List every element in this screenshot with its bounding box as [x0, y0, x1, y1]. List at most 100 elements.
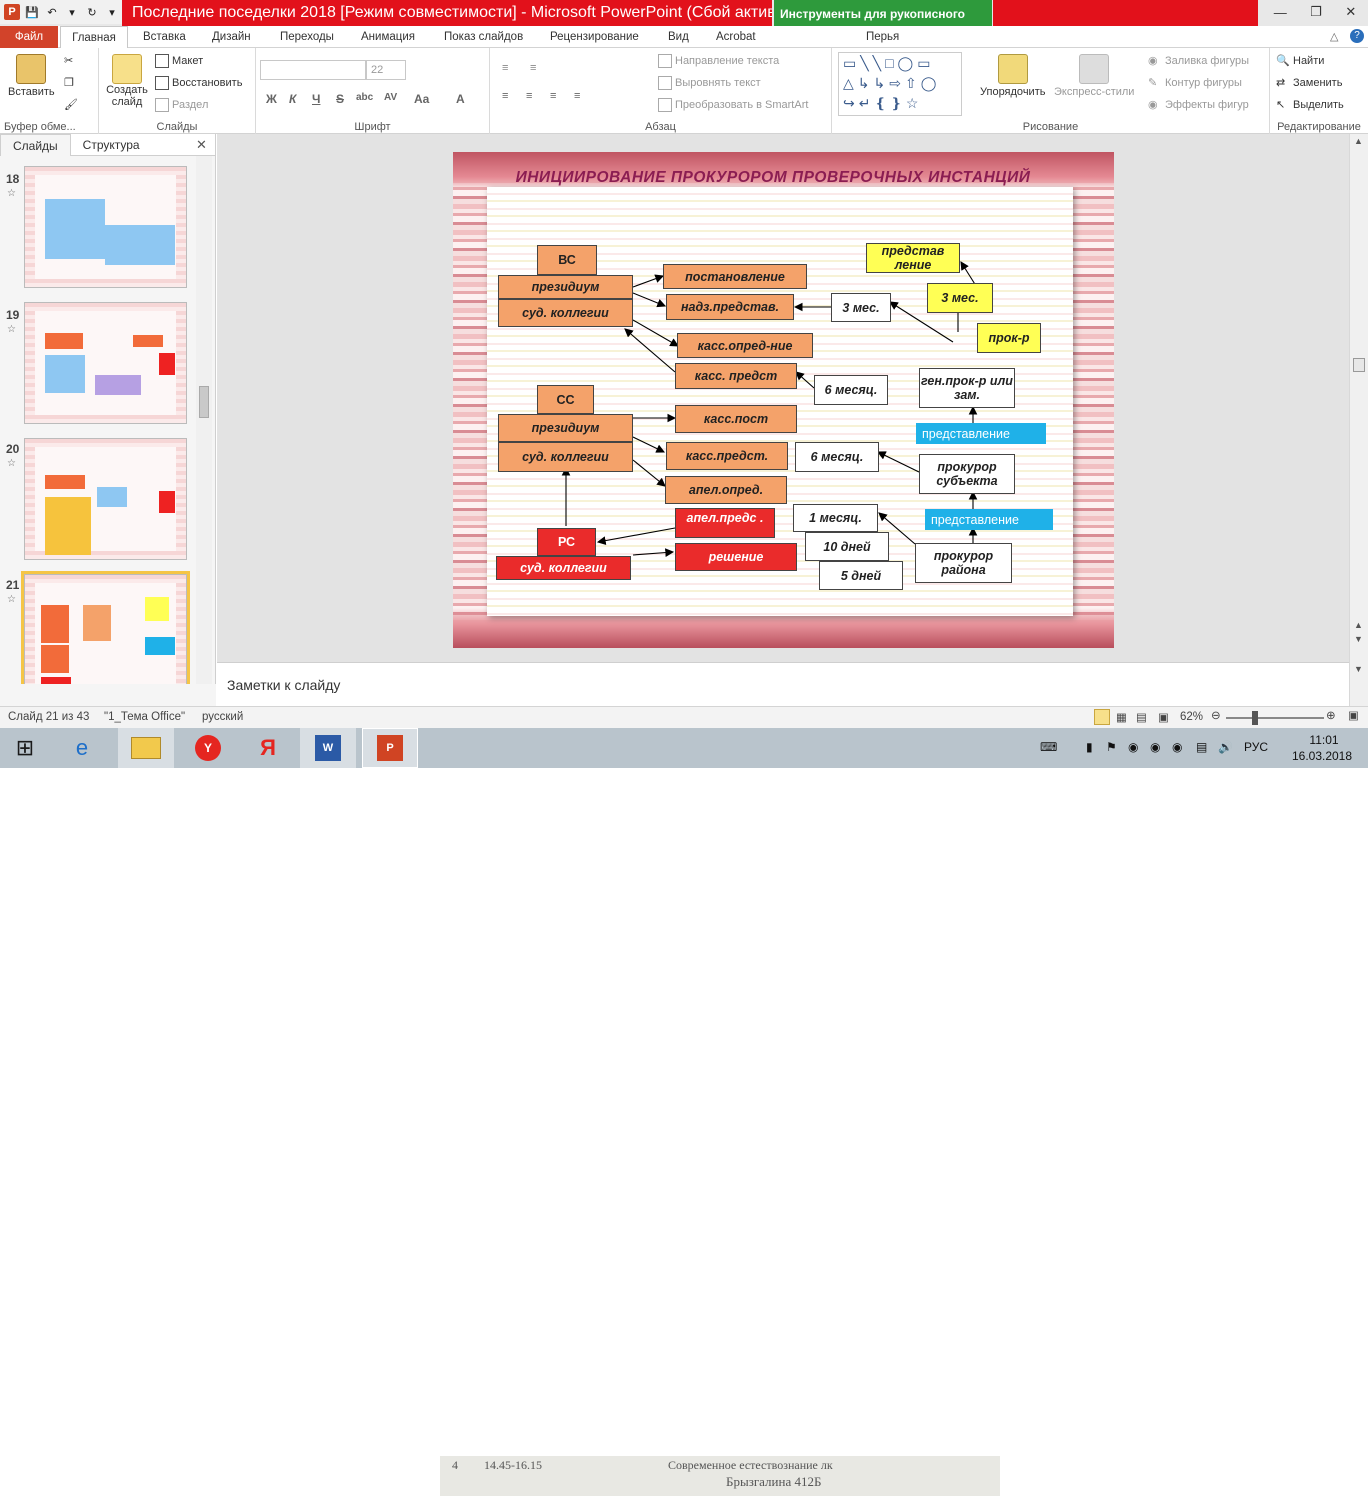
- box-5-dney[interactable]: 5 дней: [819, 561, 903, 590]
- shape-effects-button[interactable]: ◉ Эффекты фигур: [1148, 98, 1249, 112]
- vertical-scrollbar[interactable]: ▲ ▼ ▲ ▼: [1349, 134, 1368, 706]
- taskbar-word[interactable]: W: [300, 728, 356, 768]
- tab-file[interactable]: Файл: [0, 26, 58, 48]
- zoom-in-icon[interactable]: ⊕: [1326, 708, 1336, 722]
- box-kass-predst[interactable]: касс. предст: [675, 363, 797, 389]
- clock-date[interactable]: 16.03.2018: [1284, 749, 1360, 763]
- section-button[interactable]: Раздел: [155, 98, 208, 112]
- taskbar-yandex[interactable]: Я: [240, 728, 296, 768]
- paste-button[interactable]: Вставить: [8, 54, 55, 98]
- bullets-icon[interactable]: ≡: [502, 62, 508, 74]
- restore-icon[interactable]: ❐: [1310, 4, 1322, 20]
- thumbnail-scrollbar[interactable]: [196, 156, 212, 706]
- close-icon[interactable]: ✕: [1345, 4, 1356, 20]
- box-ss-presidium[interactable]: президиум: [498, 414, 633, 442]
- box-vs[interactable]: ВС: [537, 245, 597, 275]
- customize-qat-icon[interactable]: ▾: [104, 4, 120, 20]
- italic-button[interactable]: К: [289, 92, 296, 106]
- taskbar-explorer[interactable]: [118, 728, 174, 768]
- box-kass-opred[interactable]: касс.опред-ние: [677, 333, 813, 358]
- prev-slide-icon[interactable]: ▲: [1354, 620, 1363, 630]
- scroll-down-icon[interactable]: ▼: [1354, 664, 1363, 674]
- box-reshenie[interactable]: решение: [675, 543, 797, 571]
- new-slide-button[interactable]: Создать слайд: [105, 54, 149, 108]
- box-kass-predst-2[interactable]: касс.предст.: [666, 442, 788, 470]
- tab-outline-panel[interactable]: Структура: [71, 134, 152, 156]
- shapes-gallery[interactable]: ▭╲╲□◯▭ △↳↳⇨⇧◯ ↪↵❴❵☆: [838, 52, 962, 116]
- box-3-mes[interactable]: 3 мес.: [831, 293, 891, 322]
- minimize-ribbon-icon[interactable]: △: [1330, 30, 1338, 43]
- font-size-combo[interactable]: 22: [366, 60, 406, 80]
- select-button[interactable]: ↖ Выделить: [1276, 98, 1344, 112]
- cut-icon[interactable]: ✂: [64, 54, 73, 67]
- bold-button[interactable]: Ж: [266, 92, 277, 106]
- tab-insert[interactable]: Вставка: [143, 26, 186, 48]
- slideshow-icon[interactable]: ▣: [1158, 710, 1169, 724]
- slide-thumbnail-selected[interactable]: [21, 571, 190, 699]
- box-predstavlenie-cyan-2[interactable]: представление: [925, 509, 1053, 530]
- taskbar-powerpoint[interactable]: P: [362, 728, 418, 768]
- zoom-slider[interactable]: [1226, 717, 1324, 719]
- normal-view-icon[interactable]: [1094, 709, 1110, 725]
- font-color-button[interactable]: A: [456, 92, 465, 106]
- zoom-slider-thumb[interactable]: [1252, 711, 1258, 725]
- language-status[interactable]: русский: [202, 711, 243, 723]
- text-direction-button[interactable]: Направление текста: [658, 54, 779, 68]
- align-left-icon[interactable]: ≡: [502, 90, 508, 102]
- quick-styles-button[interactable]: Экспресс-стили: [1054, 54, 1134, 98]
- chevron-down-icon[interactable]: ▾: [64, 4, 80, 20]
- tab-home[interactable]: Главная: [60, 26, 128, 49]
- undo-icon[interactable]: ↶: [44, 4, 60, 20]
- slide[interactable]: ИНИЦИИРОВАНИЕ ПРОКУРОРОМ ПРОВЕРОЧНЫХ ИНС…: [453, 152, 1114, 648]
- flag-icon[interactable]: ⚑: [1106, 740, 1117, 754]
- tab-slideshow[interactable]: Показ слайдов: [444, 26, 523, 48]
- tray-icon[interactable]: ◉: [1172, 740, 1182, 754]
- format-painter-icon[interactable]: 🖌: [64, 98, 78, 111]
- save-icon[interactable]: 💾: [24, 4, 40, 20]
- align-right-icon[interactable]: ≡: [550, 90, 556, 102]
- underline-button[interactable]: Ч: [312, 92, 320, 106]
- volume-icon[interactable]: 🔊: [1218, 740, 1233, 754]
- char-spacing-button[interactable]: AV: [384, 92, 397, 103]
- replace-button[interactable]: ⇄ Заменить: [1276, 76, 1342, 90]
- slide-thumbnail[interactable]: [24, 166, 187, 288]
- box-postanovlenie[interactable]: постановление: [663, 264, 807, 289]
- box-gen-prok[interactable]: ген.прок-р или зам.: [919, 368, 1015, 408]
- keyboard-icon[interactable]: ⌨: [1040, 740, 1057, 754]
- tab-acrobat[interactable]: Acrobat: [716, 26, 756, 48]
- scroll-up-icon[interactable]: ▲: [1354, 136, 1363, 146]
- box-vs-sud-kollegii[interactable]: суд. коллегии: [498, 299, 633, 327]
- box-prokuror-subjekta[interactable]: прокурор субъекта: [919, 454, 1015, 494]
- tab-transitions[interactable]: Переходы: [280, 26, 334, 48]
- tab-review[interactable]: Рецензирование: [550, 26, 639, 48]
- next-slide-icon[interactable]: ▼: [1354, 634, 1363, 644]
- shape-fill-button[interactable]: ◉ Заливка фигуры: [1148, 54, 1249, 68]
- layout-button[interactable]: Макет: [155, 54, 203, 68]
- box-ss[interactable]: СС: [537, 385, 594, 414]
- tab-design[interactable]: Дизайн: [212, 26, 251, 48]
- scroll-thumb[interactable]: [199, 386, 209, 418]
- help-icon[interactable]: ?: [1350, 29, 1364, 43]
- smartart-button[interactable]: Преобразовать в SmartArt: [658, 98, 808, 112]
- taskbar-yandex-browser[interactable]: Y: [180, 728, 236, 768]
- box-nadz-predstav[interactable]: надз.представ.: [666, 294, 794, 320]
- tab-view[interactable]: Вид: [668, 26, 689, 48]
- tab-slides-panel[interactable]: Слайды: [0, 133, 71, 156]
- box-prokuror-rayona[interactable]: прокурор района: [915, 543, 1012, 583]
- numbering-icon[interactable]: ≡: [530, 62, 536, 74]
- zoom-level[interactable]: 62%: [1180, 711, 1203, 723]
- box-rs[interactable]: РС: [537, 528, 596, 556]
- slide-thumbnail[interactable]: [24, 302, 187, 424]
- notes-pane[interactable]: Заметки к слайду: [217, 662, 1349, 706]
- arrange-button[interactable]: Упорядочить: [980, 54, 1045, 98]
- copy-icon[interactable]: ❐: [64, 76, 74, 89]
- box-predstavlenie-cyan-1[interactable]: представление: [916, 423, 1046, 444]
- fit-to-window-icon[interactable]: ▣: [1348, 708, 1359, 722]
- box-3-mes-yellow[interactable]: 3 мес.: [927, 283, 993, 313]
- box-prok-r[interactable]: прок-р: [977, 323, 1041, 353]
- close-panel-icon[interactable]: ✕: [196, 137, 207, 153]
- taskbar-ie[interactable]: e: [54, 728, 110, 768]
- tab-pens[interactable]: Перья: [866, 26, 899, 48]
- box-kass-post[interactable]: касс.пост: [675, 405, 797, 433]
- align-center-icon[interactable]: ≡: [526, 90, 532, 102]
